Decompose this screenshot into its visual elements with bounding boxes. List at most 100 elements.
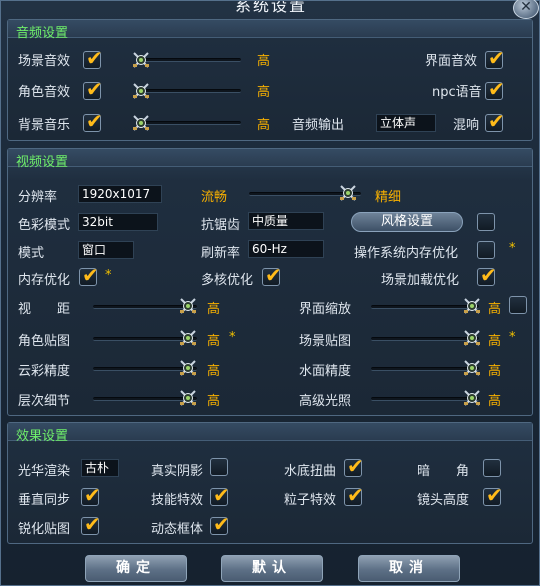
scene-load-checkbox[interactable]: ✔ [477,264,497,286]
lighting-label: 高级光照 [299,394,352,409]
ui-sfx-checkbox[interactable]: ✔ [485,47,505,69]
mem-opt-checkbox[interactable]: ✔ [79,264,99,286]
check-icon: ✔ [86,46,103,70]
antialias-select[interactable]: 中质量 [248,212,324,230]
quality-high-label: 精细 [375,190,402,205]
lens-height-checkbox[interactable]: ✔ [483,484,503,506]
lighting-level: 高 [488,394,502,409]
skill-fx-checkbox[interactable]: ✔ [210,484,230,506]
scene-texture-label: 场景贴图 [299,334,352,349]
slider-knob-icon[interactable] [463,329,481,347]
resolution-select[interactable]: 1920x1017 [78,185,162,203]
slider-knob-icon[interactable] [339,184,357,202]
quality-low-label: 流畅 [201,190,228,205]
audio-section-header [8,20,532,38]
ui-scale-level: 高 [488,302,502,317]
real-shadow-label: 真实阴影 [151,464,204,479]
lod-label: 层次细节 [18,394,71,409]
style-settings-checkbox[interactable] [477,213,495,231]
slider-knob-icon[interactable] [132,114,150,132]
reverb-label: 混响 [453,118,480,133]
char-sfx-checkbox[interactable]: ✔ [83,78,103,100]
slider-knob-icon[interactable] [179,329,197,347]
vsync-checkbox[interactable]: ✔ [81,484,101,506]
dark-corner-checkbox[interactable] [483,459,501,477]
star-marker: * [509,330,516,345]
audio-section-title: 音频设置 [16,26,69,41]
lod-level: 高 [207,394,221,409]
color-mode-select[interactable]: 32bit [78,213,158,231]
refresh-rate-label: 刷新率 [201,246,241,261]
glow-render-select[interactable]: 古朴 [81,459,119,477]
check-icon: ✔ [84,483,101,507]
view-distance-label: 视 距 [18,302,71,317]
bg-music-level: 高 [257,118,271,133]
char-sfx-slider-track[interactable] [139,89,241,93]
check-icon: ✔ [488,109,505,133]
check-icon: ✔ [347,454,364,478]
vsync-label: 垂直同步 [18,493,71,508]
mode-select[interactable]: 窗口 [78,241,134,259]
particle-fx-label: 粒子特效 [284,493,337,508]
multicore-checkbox[interactable]: ✔ [262,264,282,286]
check-icon: ✔ [86,77,103,101]
real-shadow-checkbox[interactable] [210,458,228,476]
slider-knob-icon[interactable] [463,389,481,407]
audio-output-select[interactable]: 立体声 [376,114,436,132]
particle-fx-checkbox[interactable]: ✔ [344,484,364,506]
close-button[interactable]: ✕ [513,0,539,19]
cancel-button[interactable]: 取消 [358,555,460,582]
refresh-rate-select[interactable]: 60-Hz [248,240,324,258]
os-memory-checkbox[interactable] [477,241,495,259]
char-texture-label: 角色贴图 [18,334,71,349]
system-settings-window: 系统设置 ✕ 音频设置 场景音效 ✔ 高 界面音效 ✔ 角色音效 ✔ 高 npc… [0,0,540,586]
video-section-header [8,149,532,167]
slider-knob-icon[interactable] [463,359,481,377]
motion-frame-checkbox[interactable]: ✔ [210,513,230,535]
skill-fx-label: 技能特效 [151,493,204,508]
style-settings-button[interactable]: 风格设置 [351,212,463,232]
slider-knob-icon[interactable] [132,82,150,100]
scene-sfx-level: 高 [257,54,271,69]
glow-render-label: 光华渲染 [18,464,71,479]
char-sfx-level: 高 [257,85,271,100]
slider-knob-icon[interactable] [132,51,150,69]
effects-section-header [8,423,532,441]
scene-sfx-checkbox[interactable]: ✔ [83,47,103,69]
water-precision-label: 水面精度 [299,364,352,379]
slider-knob-icon[interactable] [179,297,197,315]
bg-music-checkbox[interactable]: ✔ [83,110,103,132]
scene-load-label: 场景加载优化 [381,273,460,288]
npc-voice-checkbox[interactable]: ✔ [485,78,505,100]
title-bar: 系统设置 [1,1,540,15]
scene-sfx-slider-track[interactable] [139,58,241,62]
dark-corner-label: 暗 角 [417,464,470,479]
effects-section-title: 效果设置 [16,429,69,444]
reverb-checkbox[interactable]: ✔ [485,110,505,132]
water-precision-level: 高 [488,364,502,379]
ok-button[interactable]: 确定 [85,555,187,582]
slider-knob-icon[interactable] [179,359,197,377]
slider-knob-icon[interactable] [179,389,197,407]
bg-music-slider-track[interactable] [139,121,241,125]
window-title: 系统设置 [234,1,307,15]
ui-scale-label: 界面缩放 [299,302,352,317]
cloud-precision-label: 云彩精度 [18,364,71,379]
scene-texture-level: 高 [488,334,502,349]
ui-scale-checkbox[interactable] [509,296,527,314]
check-icon: ✔ [347,483,364,507]
star-marker: * [105,268,112,283]
underwater-distort-label: 水底扭曲 [284,464,337,479]
resolution-label: 分辨率 [18,190,58,205]
mode-label: 模式 [18,246,45,261]
check-icon: ✔ [265,263,282,287]
slider-knob-icon[interactable] [463,297,481,315]
default-button[interactable]: 默认 [221,555,323,582]
check-icon: ✔ [486,483,503,507]
mem-opt-label: 内存优化 [18,273,71,288]
color-mode-label: 色彩模式 [18,218,71,233]
sharpen-texture-checkbox[interactable]: ✔ [81,513,101,535]
multicore-label: 多核优化 [201,273,254,288]
os-memory-label: 操作系统内存优化 [354,246,459,261]
underwater-distort-checkbox[interactable]: ✔ [344,455,364,477]
